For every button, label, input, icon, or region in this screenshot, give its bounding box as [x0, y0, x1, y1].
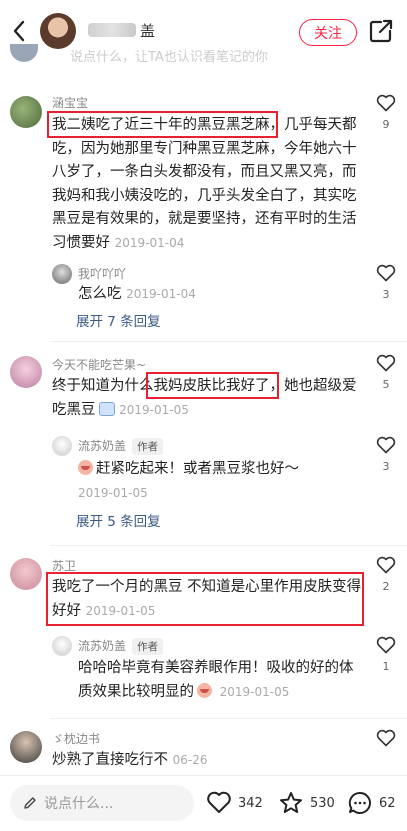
comment-text: 我吃了一个月的黑豆 不知道是心里作用皮肤变得 好好 2019-01-05 — [52, 579, 362, 619]
heart-icon — [376, 436, 396, 454]
star-icon — [280, 792, 302, 813]
collect-button[interactable]: 530 — [278, 788, 335, 818]
comment-input[interactable]: 说点什么... — [10, 785, 194, 821]
emoji-icon — [197, 682, 212, 698]
comment-date: 2019-01-05 — [119, 402, 189, 417]
like-button[interactable] — [374, 729, 398, 747]
like-button[interactable]: 1 — [374, 636, 398, 673]
author-name[interactable]: 盖 — [88, 19, 184, 41]
comment-username[interactable]: 苏卫 — [52, 557, 76, 574]
heart-icon — [376, 94, 396, 112]
comment-username[interactable]: ゞ枕边书 — [52, 730, 100, 747]
avatar — [10, 44, 38, 62]
comment-username[interactable]: 今天不能吃芒果~ — [52, 356, 146, 373]
reply-username[interactable]: 流苏奶盖 作者 — [78, 437, 164, 455]
avatar[interactable] — [10, 558, 42, 590]
comment-text: 炒熟了直接吃行不 06-26 — [52, 752, 208, 768]
reply-text: 怎么吃 2019-01-04 — [78, 286, 196, 302]
avatar[interactable] — [10, 96, 42, 128]
comment-date: 2019-01-05 — [85, 603, 156, 618]
author-badge: 作者 — [132, 438, 164, 455]
bottom-action-bar: 说点什么... 342 530 62 — [0, 775, 407, 831]
reply-username[interactable]: 流苏奶盖 作者 — [78, 637, 164, 655]
reply-text: 哈哈哈毕竟有美容养眼作用！吸收的好的体 质效果比较明显的 2019-01-05 — [78, 660, 354, 700]
comment-text: 我二姨吃了近三十年的黑豆黑芝麻，几乎每天都吃，因为她那里专门种黑豆黑芝麻，今年她… — [52, 117, 357, 251]
avatar[interactable] — [52, 436, 72, 456]
emoji-icon — [78, 460, 93, 475]
like-button[interactable]: 5 — [374, 354, 398, 391]
avatar[interactable] — [52, 636, 72, 656]
heart-icon — [376, 354, 396, 372]
like-button[interactable]: 3 — [374, 264, 398, 301]
reply-username[interactable]: 我吖吖吖 — [78, 265, 126, 282]
heart-icon — [376, 264, 396, 282]
like-note-button[interactable]: 342 — [206, 788, 263, 818]
comment-count-button[interactable]: 62 — [347, 788, 396, 818]
avatar[interactable] — [52, 264, 72, 284]
emoji-icon — [98, 401, 115, 416]
comment-date: 06-26 — [172, 753, 208, 767]
author-badge: 作者 — [132, 638, 164, 655]
previous-comment-fragment: 说点什么，让TA也认识看笔记的你 — [0, 44, 407, 72]
comment-text: 终于知道为什么我妈皮肤比我好了，她也超级爱吃黑豆 2019-01-05 — [52, 378, 357, 418]
divider — [50, 718, 407, 719]
heart-icon — [207, 791, 231, 813]
like-button[interactable]: 2 — [374, 556, 398, 593]
heart-icon — [376, 556, 396, 574]
expand-replies-link[interactable]: 展开 7 条回复 — [76, 310, 161, 330]
avatar[interactable] — [10, 356, 42, 388]
share-icon[interactable] — [368, 18, 394, 44]
pencil-icon — [24, 797, 36, 809]
back-icon[interactable] — [8, 17, 30, 45]
comment-icon — [348, 791, 371, 814]
comment-username[interactable]: 涵宝宝 — [52, 94, 88, 111]
reply-text: 赶紧吃起来！或者黑豆浆也好～ 2019-01-05 — [78, 460, 299, 500]
follow-button[interactable]: 关注 — [299, 19, 357, 46]
avatar[interactable] — [10, 731, 42, 763]
heart-icon — [376, 636, 396, 654]
expand-replies-link[interactable]: 展开 5 条回复 — [76, 510, 161, 530]
divider — [50, 545, 407, 546]
divider — [50, 341, 407, 342]
comment-date: 2019-01-04 — [114, 235, 185, 250]
blurred-name — [88, 23, 136, 37]
like-button[interactable]: 9 — [374, 94, 398, 131]
like-button[interactable]: 3 — [374, 436, 398, 473]
heart-icon — [376, 729, 396, 747]
